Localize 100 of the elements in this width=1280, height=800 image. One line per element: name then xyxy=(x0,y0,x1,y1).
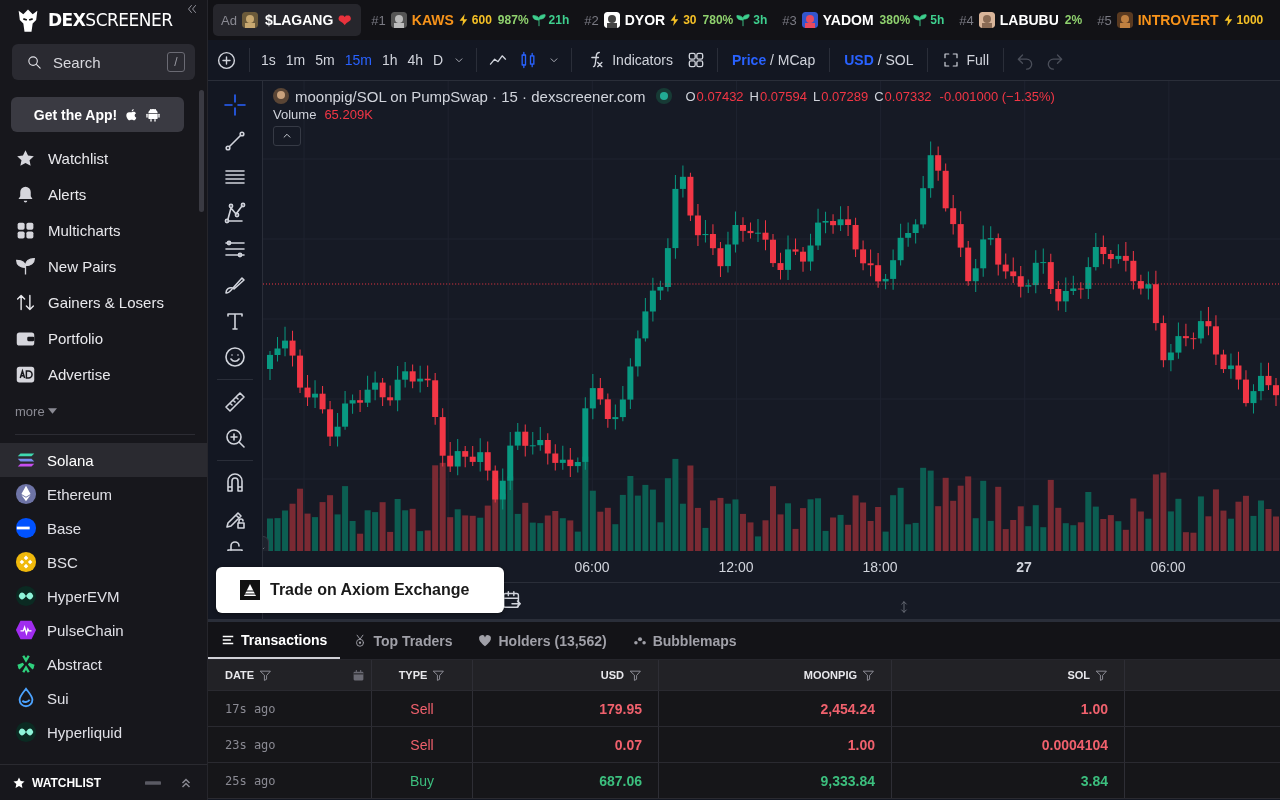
bolt-icon xyxy=(668,13,681,27)
search-input[interactable]: Search xyxy=(51,52,159,72)
ohlc-value: C0.07332 xyxy=(874,88,932,104)
sprout-icon xyxy=(531,13,546,27)
filter-icon xyxy=(1095,668,1108,682)
boost-count: 600 xyxy=(471,13,492,27)
nav-item[interactable]: Portfolio xyxy=(0,320,207,356)
table-cell: 1.00 xyxy=(1080,700,1108,717)
more-link[interactable]: more xyxy=(15,403,45,419)
ticker-item[interactable]: #5 INTROVERT 1000 xyxy=(1097,12,1264,28)
table-cell: 25s ago xyxy=(225,773,276,788)
price-mcap-toggle[interactable]: Price / MCap xyxy=(723,44,824,76)
nav-item[interactable]: Watchlist xyxy=(0,140,207,176)
add-icon xyxy=(216,49,237,71)
currency-toggle[interactable]: USD / SOL xyxy=(836,44,922,76)
price-change: 780% xyxy=(702,13,734,27)
table-cell: 179.95 xyxy=(599,700,642,717)
token-name: INTROVERT xyxy=(1137,12,1219,28)
nav-item[interactable]: Advertise xyxy=(0,356,207,392)
interval-button[interactable]: 1h xyxy=(376,44,403,76)
get-app-button[interactable]: Get the App! xyxy=(11,97,184,132)
hexagon-icon xyxy=(15,619,37,641)
price-change: 380% xyxy=(879,13,911,27)
chain-item[interactable]: PulseChain xyxy=(0,613,207,647)
chain-item[interactable]: Base xyxy=(0,511,207,545)
interval-button[interactable]: 15m xyxy=(339,44,377,76)
date-range-icon xyxy=(501,589,523,611)
interval-button[interactable]: 5m xyxy=(310,44,340,76)
spark-icon xyxy=(15,653,37,675)
ad-ticker-item[interactable]: Ad $LAGANG ❤ xyxy=(213,4,362,36)
volume-label: Volume xyxy=(273,107,317,122)
indicators-button[interactable]: Indicators xyxy=(578,44,681,76)
chain-item[interactable]: Sui xyxy=(0,681,207,715)
emoji-icon xyxy=(223,345,247,369)
pattern-icon xyxy=(223,201,247,225)
tab[interactable]: Top Traders xyxy=(340,622,466,659)
table-cell: 17s ago xyxy=(225,701,276,716)
trend-line-icon xyxy=(223,129,247,153)
time-label: 06:00 xyxy=(1150,558,1186,575)
ticker-item[interactable]: #2 DYOR 30 780% 3h xyxy=(584,12,768,28)
ticker-item[interactable]: #1 KAWS 600 987% 21h xyxy=(371,12,570,28)
chart-title: moonpig/SOL on PumpSwap · 15 · dexscreener.com xyxy=(295,87,646,105)
column-header[interactable]: USD xyxy=(473,660,659,690)
fullscreen-button[interactable]: Full xyxy=(934,44,997,76)
filter-icon xyxy=(862,668,875,682)
table-cell: 9,333.84 xyxy=(820,772,875,789)
table-cell: 2,454.24 xyxy=(820,700,875,717)
zoom-icon xyxy=(223,426,247,450)
filter-icon xyxy=(259,668,273,682)
caret-icon xyxy=(47,408,57,414)
chain-item[interactable]: Abstract xyxy=(0,647,207,681)
token-name: YADOM xyxy=(822,12,874,28)
time-label: 12:00 xyxy=(718,558,754,575)
table-cell: 23s ago xyxy=(225,737,276,752)
chain-item[interactable]: BSC xyxy=(0,545,207,579)
nav-item[interactable]: Multicharts xyxy=(0,212,207,248)
interval-button[interactable]: 4h xyxy=(402,44,429,76)
heart-icon xyxy=(478,633,493,648)
interval-button[interactable]: D xyxy=(428,44,449,76)
search-box[interactable]: Search / xyxy=(12,44,195,80)
column-header[interactable]: TYPE xyxy=(372,660,473,690)
filter-icon xyxy=(432,668,446,682)
chain-item[interactable]: Solana xyxy=(0,443,207,477)
nav-item[interactable]: New Pairs xyxy=(0,248,207,284)
nav-item[interactable]: Gainers & Losers xyxy=(0,284,207,320)
watchlist-label: WATCHLIST xyxy=(32,775,102,790)
table-cell: 0.07 xyxy=(614,736,642,753)
pair-age: 3h xyxy=(753,13,768,27)
ticker-item[interactable]: #4 LABUBU 2% xyxy=(959,12,1083,28)
token-name: KAWS xyxy=(411,12,454,28)
column-header[interactable]: DATE xyxy=(208,660,372,690)
token-name: LABUBU xyxy=(999,12,1059,28)
interval-button[interactable]: 1s xyxy=(256,44,281,76)
pair-age: 21h xyxy=(548,13,570,27)
rank-label: #4 xyxy=(959,12,974,28)
interval-button[interactable]: 1m xyxy=(280,44,311,76)
chain-item[interactable]: Hyperliquid xyxy=(0,715,207,749)
chain-item[interactable]: Ethereum xyxy=(0,477,207,511)
rank-label: #3 xyxy=(782,12,797,28)
status-dot-icon xyxy=(655,87,674,105)
boost-count: 1000 xyxy=(1236,13,1264,27)
chain-item[interactable]: HyperEVM xyxy=(0,579,207,613)
sprout-icon xyxy=(15,255,36,277)
star-icon xyxy=(15,147,36,169)
volume-value: 65.209K xyxy=(324,107,373,122)
trade-button[interactable]: Trade on Axiom Exchange xyxy=(216,567,504,613)
ad-label: Ad xyxy=(221,12,237,28)
collapse-icon xyxy=(185,2,199,16)
price-change: 987% xyxy=(497,13,529,27)
price-change: -0.001000 (−1.35%) xyxy=(939,88,1055,104)
filter-icon xyxy=(629,668,642,682)
column-header[interactable]: MOONPIG xyxy=(659,660,892,690)
column-header[interactable]: SOL xyxy=(892,660,1125,690)
nav-item[interactable]: Alerts xyxy=(0,176,207,212)
ohlc-value: H0.07594 xyxy=(749,88,807,104)
tab[interactable]: Bubblemaps xyxy=(619,622,750,659)
price-change: 2% xyxy=(1064,13,1083,27)
ticker-item[interactable]: #3 YADOM 380% 5h xyxy=(782,12,945,28)
tab[interactable]: Holders (13,562) xyxy=(465,622,620,659)
table-cell: Sell xyxy=(410,700,434,717)
